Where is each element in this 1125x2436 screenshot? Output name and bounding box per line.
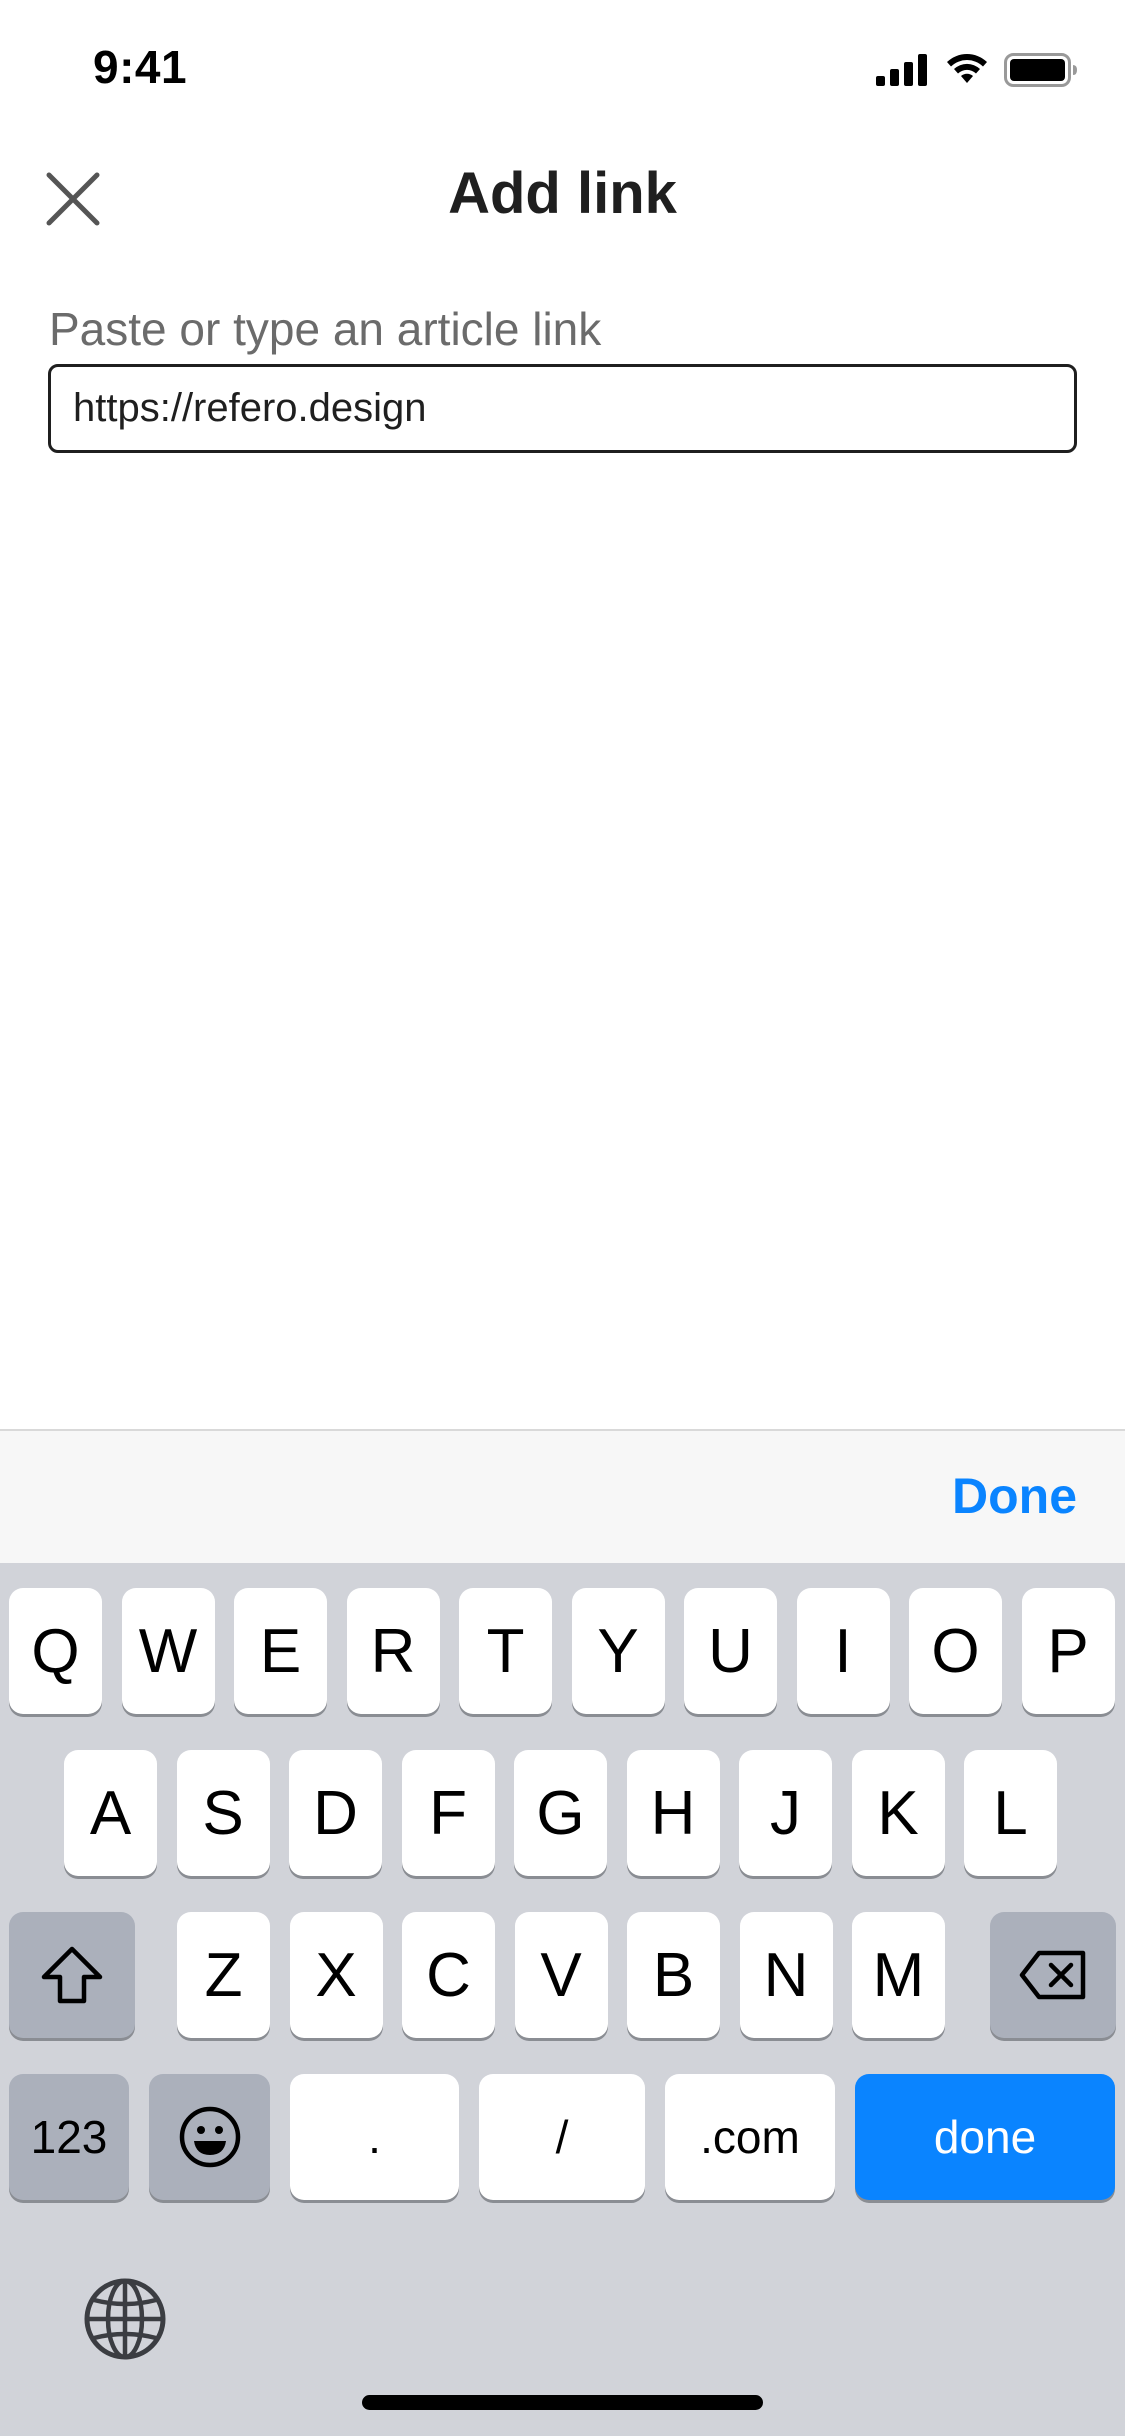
key-e[interactable]: E bbox=[234, 1588, 327, 1714]
key-x[interactable]: X bbox=[289, 1912, 383, 2038]
wifi-icon bbox=[947, 54, 987, 83]
key-w[interactable]: W bbox=[121, 1588, 215, 1714]
key-b[interactable]: B bbox=[627, 1912, 720, 2038]
globe-icon[interactable] bbox=[82, 2276, 168, 2362]
numbers-key[interactable]: 123 bbox=[9, 2074, 129, 2200]
shift-icon bbox=[41, 1946, 103, 2004]
keyboard-accessory-bar: Done bbox=[0, 1429, 1125, 1563]
cellular-signal-icon bbox=[876, 54, 927, 86]
home-indicator bbox=[362, 2395, 763, 2410]
key-t[interactable]: T bbox=[459, 1588, 552, 1714]
key-h[interactable]: H bbox=[626, 1750, 720, 1876]
key-v[interactable]: V bbox=[514, 1912, 608, 2038]
key-r[interactable]: R bbox=[346, 1588, 440, 1714]
key-q[interactable]: Q bbox=[9, 1588, 102, 1714]
link-input[interactable] bbox=[48, 364, 1077, 453]
key-n[interactable]: N bbox=[739, 1912, 833, 2038]
key-p[interactable]: P bbox=[1021, 1588, 1115, 1714]
shift-key[interactable] bbox=[9, 1912, 135, 2038]
key-f[interactable]: F bbox=[401, 1750, 495, 1876]
key-y[interactable]: Y bbox=[571, 1588, 665, 1714]
key-m[interactable]: M bbox=[852, 1912, 945, 2038]
slash-key[interactable]: / bbox=[479, 2074, 645, 2200]
key-s[interactable]: S bbox=[176, 1750, 270, 1876]
key-k[interactable]: K bbox=[851, 1750, 945, 1876]
key-a[interactable]: A bbox=[64, 1750, 157, 1876]
key-i[interactable]: I bbox=[796, 1588, 890, 1714]
page-title: Add link bbox=[448, 161, 677, 226]
period-key[interactable]: . bbox=[290, 2074, 459, 2200]
link-field-label: Paste or type an article link bbox=[49, 303, 602, 355]
key-z[interactable]: Z bbox=[177, 1912, 270, 2038]
key-l[interactable]: L bbox=[964, 1750, 1057, 1876]
key-j[interactable]: J bbox=[739, 1750, 832, 1876]
status-icons bbox=[876, 52, 1078, 88]
delete-key[interactable] bbox=[990, 1912, 1116, 2038]
key-d[interactable]: D bbox=[289, 1750, 382, 1876]
key-o[interactable]: O bbox=[909, 1588, 1002, 1714]
key-c[interactable]: C bbox=[402, 1912, 495, 2038]
return-done-key[interactable]: done bbox=[855, 2074, 1115, 2200]
emoji-icon bbox=[179, 2106, 240, 2168]
key-u[interactable]: U bbox=[684, 1588, 777, 1714]
key-g[interactable]: G bbox=[514, 1750, 607, 1876]
battery-icon bbox=[1004, 53, 1077, 87]
header: Add link bbox=[0, 140, 1125, 250]
emoji-key[interactable] bbox=[149, 2074, 270, 2200]
status-time: 9:41 bbox=[93, 41, 188, 93]
done-button[interactable]: Done bbox=[952, 1467, 1077, 1525]
dotcom-key[interactable]: .com bbox=[665, 2074, 835, 2200]
delete-icon bbox=[1019, 1950, 1086, 2000]
status-bar: 9:41 bbox=[0, 0, 1125, 140]
